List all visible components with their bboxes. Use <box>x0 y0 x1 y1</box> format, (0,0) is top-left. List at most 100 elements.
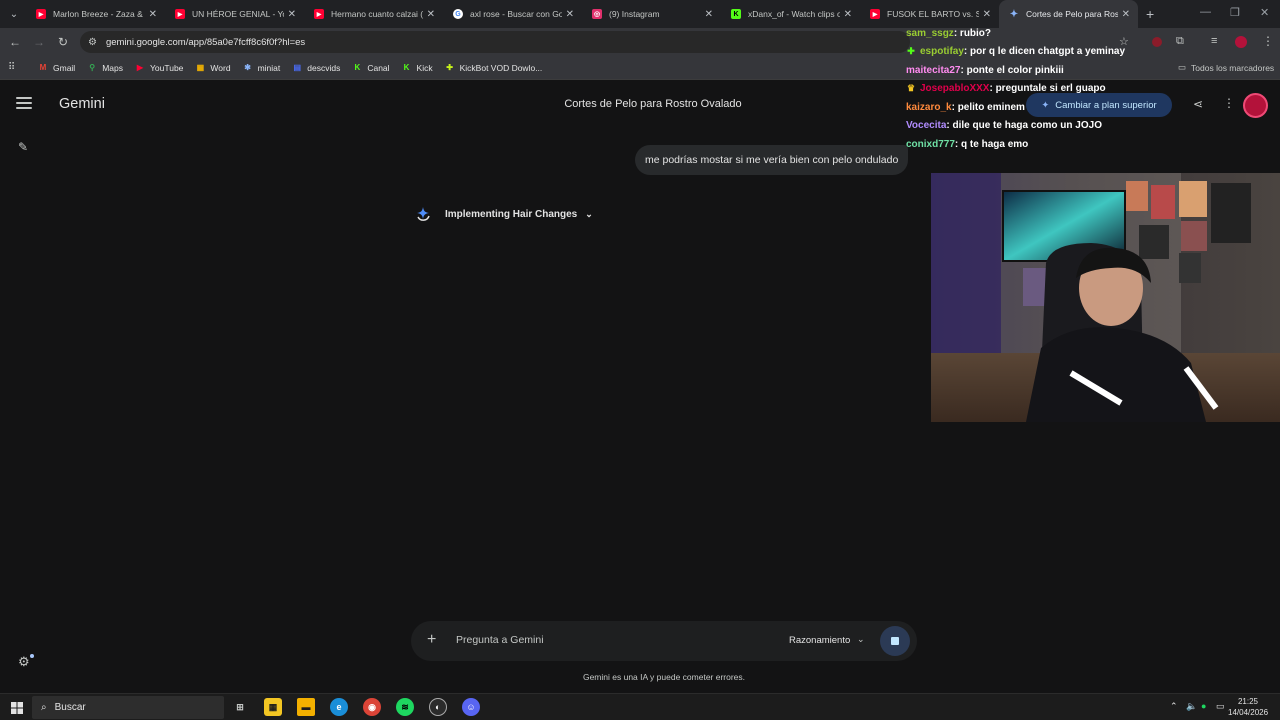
bookmark-item[interactable]: ✱ miniat <box>243 63 280 73</box>
tab-search-chevron-icon[interactable]: ⌄ <box>2 2 26 26</box>
maps-icon: ⚲ <box>89 63 96 72</box>
chat-message: ♛ JosepabloXXX: preguntale si erl guapo <box>900 80 1280 99</box>
settings-gear-icon[interactable]: ⚙ <box>18 654 30 670</box>
bookmark-item[interactable]: ▤ descvids <box>292 63 340 73</box>
bookmark-item[interactable]: ✚ KickBot VOD Dowlo... <box>445 63 542 73</box>
taskbar-search[interactable]: ⌕ Buscar <box>32 696 224 719</box>
browser-tab[interactable]: Gaxl rose - Buscar con Goo ✕ <box>443 0 582 28</box>
stream-chat-overlay: sam_ssgz: rubio? ✚ espotifay: por q le dic… <box>900 24 1280 154</box>
apps-grid-icon[interactable]: ⠿ <box>8 62 15 73</box>
reload-icon[interactable]: ↻ <box>51 35 75 49</box>
bookmark-item[interactable]: K Canal <box>352 63 389 73</box>
gmail-icon: M <box>39 63 47 72</box>
close-window-icon[interactable]: ✕ <box>1260 6 1269 19</box>
thinking-status-toggle[interactable]: Implementing Hair Changes ⌄ <box>414 205 593 223</box>
tab-close-icon[interactable]: ✕ <box>427 9 435 20</box>
new-tab-button[interactable]: + <box>1146 6 1154 22</box>
browser-tab[interactable]: ▶ Hermano cuanto calzai (K ✕ <box>304 0 443 28</box>
tab-close-icon[interactable]: ✕ <box>983 9 991 20</box>
kick-icon: K <box>403 63 410 72</box>
url-text: gemini.google.com/app/85a0e7fcff8c6f0f?h… <box>105 36 306 48</box>
tab-close-icon[interactable]: ✕ <box>705 9 713 20</box>
file-explorer-icon[interactable]: ▬ <box>297 698 315 716</box>
tab-title: Cortes de Pelo para Rostr <box>1026 9 1118 19</box>
stop-generation-button[interactable] <box>880 626 910 656</box>
tab-title: xDanx_of - Watch clips on <box>748 9 840 19</box>
bookmark-item[interactable]: K Kick <box>402 63 433 73</box>
tab-close-icon[interactable]: ✕ <box>149 9 157 20</box>
back-icon[interactable]: ← <box>3 35 27 49</box>
minimize-icon[interactable]: — <box>1200 6 1211 18</box>
sparkle-badge-icon: ✚ <box>907 46 915 57</box>
prompt-input[interactable]: Pregunta a Gemini <box>456 634 544 646</box>
edge-icon[interactable]: e <box>330 698 348 716</box>
obs-icon[interactable]: ◐ <box>429 698 447 716</box>
kick-icon: K <box>731 9 741 19</box>
spotify-tray-icon[interactable]: ● <box>1201 701 1206 711</box>
chat-text: : q te haga emo <box>954 138 1029 150</box>
tab-title: (9) Instagram <box>609 9 660 19</box>
search-icon: ⌕ <box>41 702 47 713</box>
browser-tab[interactable]: ▶ UN HÉROE GENIAL - YouT ✕ <box>165 0 304 28</box>
bookmark-item[interactable]: ⚲ Maps <box>87 63 123 73</box>
bookmark-label: Maps <box>102 62 123 73</box>
crown-badge-icon: ♛ <box>906 83 916 94</box>
chat-username: Vocecita <box>906 120 947 132</box>
store-icon[interactable]: ▦ <box>264 698 282 716</box>
miniat-icon: ✱ <box>244 63 251 72</box>
clock-date: 14/04/2026 <box>1228 708 1269 717</box>
gemini-spark-icon <box>414 205 432 223</box>
add-attachment-icon[interactable]: + <box>427 631 436 649</box>
bookmark-label: Canal <box>367 62 390 73</box>
app-name: Gemini <box>59 96 105 112</box>
bookmark-label: descvids <box>307 62 341 73</box>
chat-username: sam_ssgz <box>906 27 954 39</box>
word-icon: ▦ <box>196 63 205 72</box>
system-clock[interactable]: 21:25 14/04/2026 <box>1228 696 1268 718</box>
tray-chevron-up-icon[interactable]: ⌃ <box>1170 701 1178 712</box>
tab-title: UN HÉROE GENIAL - YouT <box>192 9 284 19</box>
chat-text: : ponte el color pinkiii <box>960 64 1064 76</box>
webcam-image <box>931 173 1280 422</box>
site-info-icon[interactable]: ⚙ <box>88 37 97 48</box>
youtube-icon: ▶ <box>136 63 144 72</box>
chat-message: Vocecita: dile que te haga como un JOJO <box>900 117 1280 136</box>
network-icon[interactable]: ▭ <box>1216 701 1225 712</box>
chat-username: kaizaro_k <box>906 101 952 113</box>
bookmark-label: Word <box>210 62 231 73</box>
windows-start-icon[interactable] <box>11 701 23 714</box>
bookmark-item[interactable]: ▦ Word <box>195 62 231 73</box>
browser-tab[interactable]: ◎ (9) Instagram ✕ <box>582 0 721 28</box>
tab-close-icon[interactable]: ✕ <box>566 9 574 20</box>
bookmark-label: Kick <box>416 62 433 73</box>
tab-close-icon[interactable]: ✕ <box>844 9 852 20</box>
youtube-icon: ▶ <box>36 9 46 19</box>
task-view-icon[interactable]: ⊞ <box>231 698 249 716</box>
new-chat-icon[interactable]: ✎ <box>18 140 28 154</box>
mode-selector-label[interactable]: Razonamiento <box>789 635 850 646</box>
address-bar[interactable]: ⚙ gemini.google.com/app/85a0e7fcff8c6f0f… <box>80 31 910 53</box>
spotify-icon[interactable]: ≋ <box>396 698 414 716</box>
tab-close-icon[interactable]: ✕ <box>288 9 296 20</box>
volume-icon[interactable]: 🔈 <box>1186 701 1197 712</box>
forward-icon[interactable]: → <box>27 35 51 49</box>
taskbar-search-label: Buscar <box>54 702 86 713</box>
notification-dot <box>30 654 34 658</box>
tab-title: Hermano cuanto calzai (K <box>331 9 423 19</box>
browser-tab[interactable]: KxDanx_of - Watch clips on ✕ <box>721 0 860 28</box>
chat-text: : rubio? <box>953 27 992 39</box>
tab-close-icon[interactable]: ✕ <box>1122 9 1130 20</box>
conversation-title: Cortes de Pelo para Rostro Ovalado <box>564 98 742 110</box>
chat-username: JosepabloXXX <box>920 83 990 95</box>
thinking-label: Implementing Hair Changes <box>445 208 578 220</box>
mode-chevron-down-icon[interactable]: ⌄ <box>857 634 865 645</box>
maximize-icon[interactable]: ❐ <box>1230 6 1240 19</box>
bookmark-item[interactable]: M Gmail <box>38 63 76 73</box>
bookmark-item[interactable]: ▶ YouTube <box>135 63 183 73</box>
chrome-icon[interactable]: ◉ <box>363 698 381 716</box>
chat-username: espotifay <box>920 46 964 58</box>
browser-tab[interactable]: ▶ Marlon Breeze - Zaza & L ✕ <box>26 0 165 28</box>
discord-icon[interactable]: ☺ <box>462 698 480 716</box>
kickbot-icon: ✚ <box>446 63 453 72</box>
main-menu-icon[interactable] <box>16 97 32 111</box>
